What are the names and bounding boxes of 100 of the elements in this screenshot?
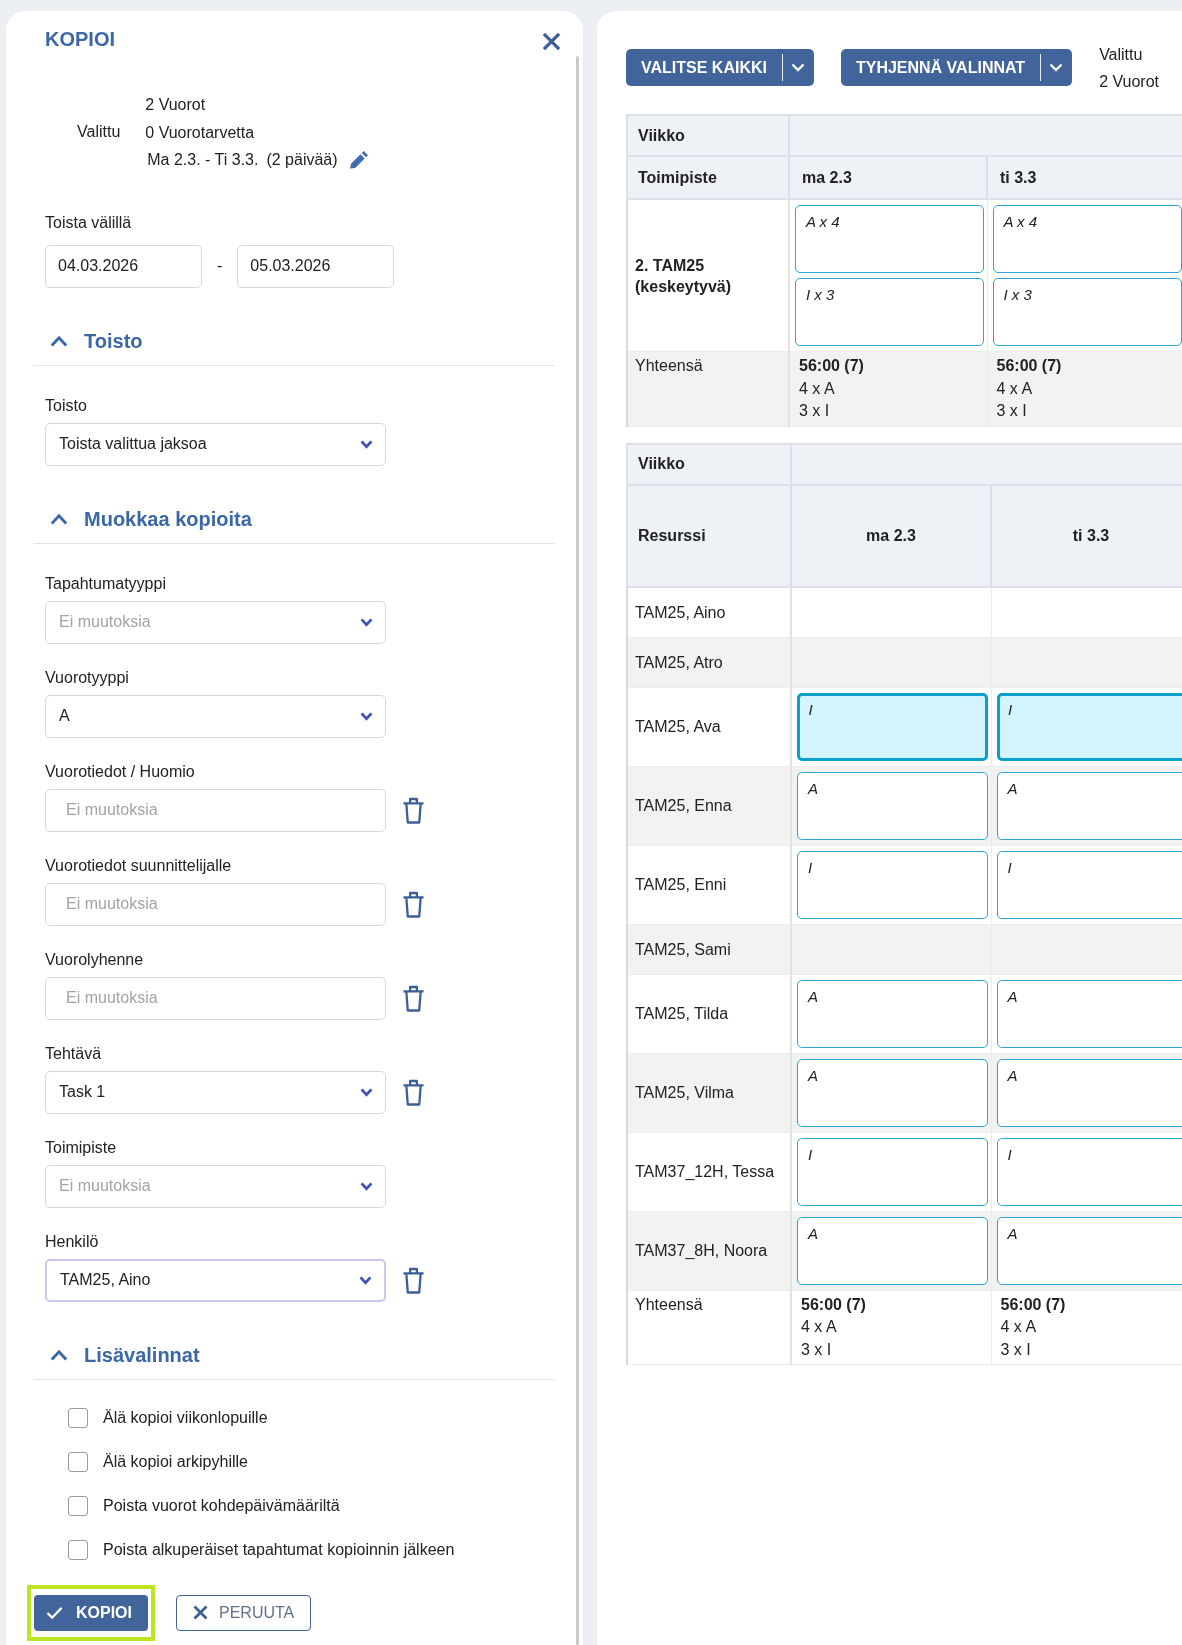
action-button[interactable]: TYHJENNÄ VALINNAT xyxy=(840,49,1041,86)
dropdown[interactable]: Task 1 xyxy=(45,1070,386,1114)
column-header: ma 2.3 xyxy=(791,484,991,587)
selection-label: Valittu xyxy=(1099,45,1143,65)
trash-icon[interactable] xyxy=(402,890,425,918)
field-label: Toista välillä xyxy=(45,212,132,233)
field-label: Henkilö xyxy=(45,1231,99,1252)
shift-card[interactable]: A xyxy=(797,771,988,840)
dropdown[interactable]: A xyxy=(45,694,386,738)
section-header[interactable]: Muokkaa kopioita xyxy=(34,506,555,544)
chevron-down-icon xyxy=(360,439,373,449)
selection-label: Valittu xyxy=(77,123,121,142)
chevron-down-icon xyxy=(1049,63,1064,72)
dropdown[interactable]: Toista valittua jaksoa xyxy=(45,422,386,466)
row-label: TAM25, Enni xyxy=(627,845,791,924)
text-field[interactable]: Ei muutoksia xyxy=(45,976,386,1020)
field-label: Vuorotiedot suunnittelijalle xyxy=(45,855,232,876)
shift-card[interactable]: A xyxy=(996,771,1182,840)
checkbox-label[interactable]: Älä kopioi viikonlopuille xyxy=(103,1408,268,1427)
day-count: (2 päivää) xyxy=(266,150,338,170)
row-label: TAM25, Atro xyxy=(627,637,791,687)
column-header: ti 3.3 xyxy=(987,156,1182,199)
chevron-down-icon xyxy=(360,617,373,627)
shift-card[interactable]: I xyxy=(996,692,1182,761)
row-label: TAM25, Sami xyxy=(627,924,791,974)
close-icon[interactable] xyxy=(542,32,561,51)
trash-icon[interactable] xyxy=(402,1078,425,1106)
shift-card[interactable]: I xyxy=(797,1137,988,1206)
column-header: Resurssi xyxy=(627,484,791,587)
shift-card[interactable]: A xyxy=(996,1216,1182,1285)
field-label: Tehtävä xyxy=(45,1043,102,1064)
row-label: TAM25, Aino xyxy=(627,586,791,637)
chevron-down-icon xyxy=(790,63,805,72)
section-header[interactable]: Lisävalinnat xyxy=(34,1342,555,1380)
trash-icon[interactable] xyxy=(402,984,425,1012)
date-field[interactable]: 04.03.2026 xyxy=(45,244,202,288)
confirm-button[interactable]: KOPIOI xyxy=(34,1594,148,1631)
checkbox[interactable] xyxy=(68,1495,88,1516)
total-cell: 56:00 (7) 4 x A 3 x I xyxy=(791,1290,991,1365)
checkbox-label[interactable]: Älä kopioi arkipyhille xyxy=(103,1452,248,1471)
shift-card[interactable]: I xyxy=(797,692,988,761)
shift-card[interactable]: I xyxy=(996,1137,1182,1206)
shift-card[interactable]: A xyxy=(996,979,1182,1048)
dropdown-toggle[interactable] xyxy=(1040,49,1073,86)
column-header: ma 2.3 xyxy=(789,156,987,199)
header-cell: Viikko xyxy=(627,443,791,485)
shift-card[interactable]: I xyxy=(797,850,988,919)
selection-count: 2 Vuorot xyxy=(1099,72,1159,92)
shift-card[interactable]: A xyxy=(797,1216,988,1285)
dropdown[interactable]: TAM25, Aino xyxy=(45,1258,386,1302)
checkbox[interactable] xyxy=(68,1407,88,1428)
row-label: TAM25, Ava xyxy=(627,687,791,766)
shift-card[interactable]: A x 4 xyxy=(992,205,1182,273)
text-field[interactable]: Ei muutoksia xyxy=(45,788,386,832)
checkbox[interactable] xyxy=(68,1539,88,1560)
date-range: Ma 2.3. - Ti 3.3. xyxy=(147,150,259,170)
checkbox-label[interactable]: Poista vuorot kohdepäivämääriltä xyxy=(103,1496,340,1515)
scrollbar-thumb[interactable] xyxy=(576,56,579,1645)
trash-icon[interactable] xyxy=(402,1266,425,1294)
shift-card[interactable]: A xyxy=(797,979,988,1048)
action-button[interactable]: VALITSE KAIKKI xyxy=(626,49,782,86)
row-label: 2. TAM25 (keskeytyvä) xyxy=(627,199,789,352)
dropdown-toggle[interactable] xyxy=(781,49,814,86)
shift-card[interactable]: I x 3 xyxy=(992,278,1182,346)
field-label: Toisto xyxy=(45,395,87,416)
checkbox-label[interactable]: Poista alkuperäiset tapahtumat kopioinnin jälkeen xyxy=(103,1540,455,1559)
chevron-down-icon xyxy=(360,1087,373,1097)
range-separator: - xyxy=(217,257,223,275)
chevron-down-icon xyxy=(360,1181,373,1191)
panel-title: KOPIOI xyxy=(45,27,115,51)
row-label: TAM37_8H, Noora xyxy=(627,1211,791,1290)
total-cell: 56:00 (7) 4 x A 3 x I xyxy=(789,351,987,426)
column-header: Toimipiste xyxy=(627,156,789,199)
shift-card[interactable]: I xyxy=(996,850,1182,919)
field-label: Toimipiste xyxy=(45,1137,117,1158)
section-header[interactable]: Toisto xyxy=(34,328,555,366)
checkmark-icon xyxy=(46,1605,63,1620)
total-cell: 56:00 (7) 4 x A 3 x I xyxy=(987,351,1182,426)
field-label: Vuorolyhenne xyxy=(45,949,144,970)
checkbox[interactable] xyxy=(68,1451,88,1472)
field-label: Tapahtumatyyppi xyxy=(45,573,166,594)
pencil-icon[interactable] xyxy=(348,150,369,169)
shift-card[interactable]: I x 3 xyxy=(795,278,984,346)
row-label: TAM25, Tilda xyxy=(627,974,791,1053)
date-field[interactable]: 05.03.2026 xyxy=(237,244,395,288)
selection-count: 2 Vuorot xyxy=(145,95,206,115)
row-label: TAM25, Enna xyxy=(627,766,791,845)
cancel-button[interactable]: PERUUTA xyxy=(176,1594,312,1631)
row-label: TAM25, Vilma xyxy=(627,1053,791,1132)
chevron-down-icon xyxy=(359,1275,372,1285)
total-cell: 56:00 (7) 4 x A 3 x I xyxy=(991,1290,1182,1365)
header-cell: Viikko xyxy=(627,115,789,156)
text-field[interactable]: Ei muutoksia xyxy=(45,882,386,926)
close-icon xyxy=(193,1605,208,1620)
shift-card[interactable]: A xyxy=(797,1058,988,1127)
field-label: Vuorotyyppi xyxy=(45,667,129,688)
shift-card[interactable]: A x 4 xyxy=(795,205,984,273)
trash-icon[interactable] xyxy=(402,796,425,824)
shift-card[interactable]: A xyxy=(996,1058,1182,1127)
chevron-down-icon xyxy=(360,711,373,721)
